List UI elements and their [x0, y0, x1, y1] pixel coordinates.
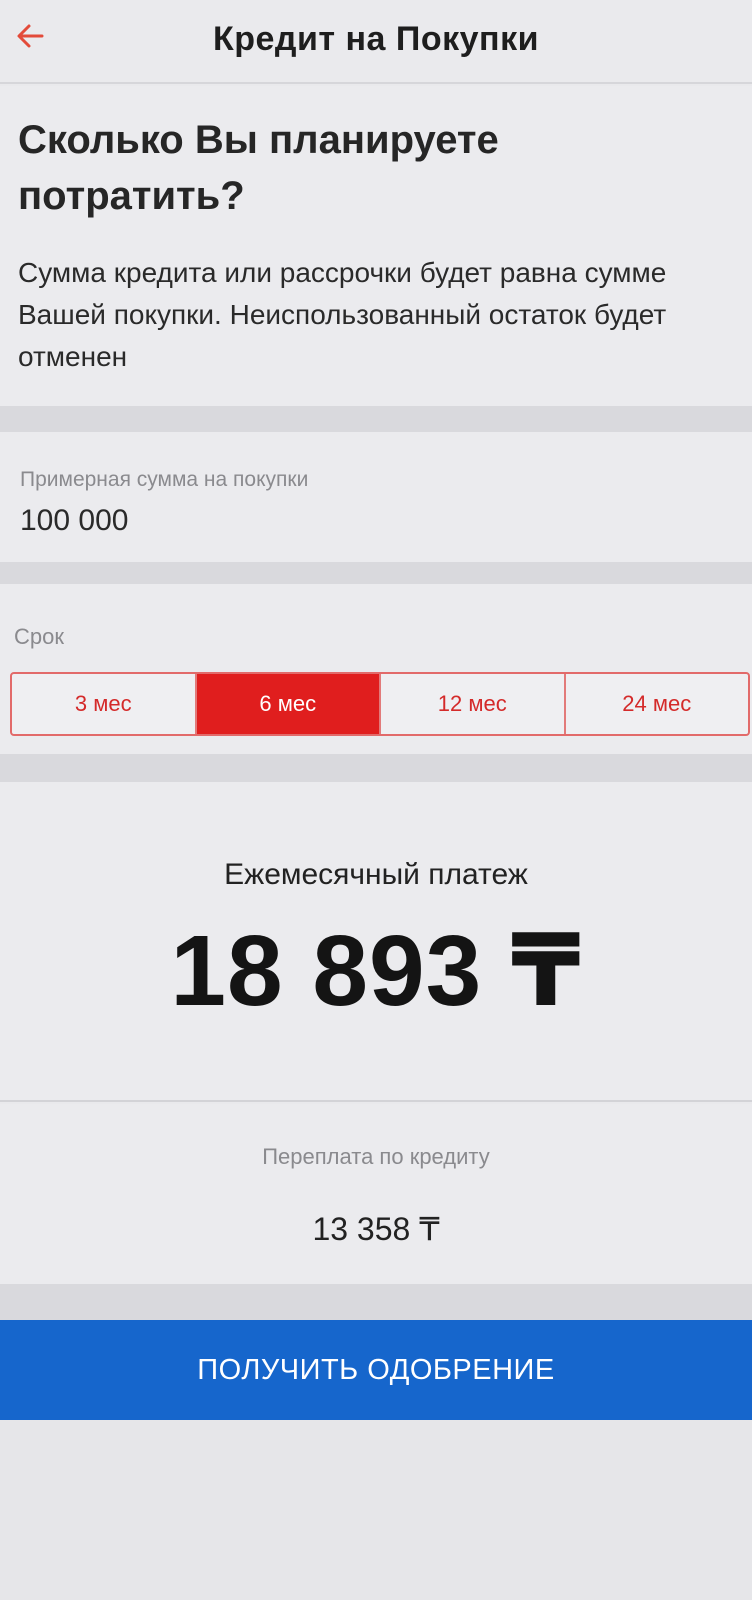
credit-calculator-screen: Кредит на Покупки Сколько Вы планируете … [0, 0, 752, 1600]
term-label: Срок [14, 624, 64, 649]
term-selector: 3 мес 6 мес 12 мес 24 мес [10, 672, 750, 736]
intro-description: Сумма кредита или рассрочки будет равна … [18, 257, 667, 372]
term-option-24[interactable]: 24 мес [566, 674, 749, 734]
page-title: Кредит на Покупки [213, 20, 539, 58]
overpayment-value: 13 358 ₸ [312, 1211, 440, 1247]
term-option-3[interactable]: 3 мес [12, 674, 197, 734]
term-option-12[interactable]: 12 мес [381, 674, 566, 734]
section-divider [0, 1284, 752, 1320]
monthly-payment-label: Ежемесячный платеж [224, 858, 528, 891]
get-approval-button[interactable]: ПОЛУЧИТЬ ОДОБРЕНИЕ [0, 1320, 752, 1420]
term-option-6[interactable]: 6 мес [196, 674, 381, 734]
amount-label: Примерная сумма на покупки [20, 468, 309, 491]
bottom-area [0, 1420, 752, 1600]
monthly-payment-value: 18 893 ₸ [170, 915, 582, 1027]
overpayment-section: Переплата по кредиту 13 358 ₸ [0, 1104, 752, 1284]
amount-section: Примерная сумма на покупки [0, 432, 752, 562]
section-divider [0, 406, 752, 432]
section-divider [0, 562, 752, 584]
overpayment-label: Переплата по кредиту [262, 1144, 490, 1169]
term-section: Срок 3 мес 6 мес 12 мес 24 мес [0, 584, 752, 754]
amount-input[interactable] [20, 498, 720, 544]
payment-separator [0, 1100, 752, 1102]
intro-section: Сколько Вы планируете потратить? Сумма к… [0, 86, 752, 406]
app-header: Кредит на Покупки [0, 0, 752, 84]
section-divider [0, 754, 752, 782]
monthly-payment-section: Ежемесячный платеж 18 893 ₸ [0, 782, 752, 1102]
intro-heading: Сколько Вы планируете потратить? [18, 118, 499, 218]
